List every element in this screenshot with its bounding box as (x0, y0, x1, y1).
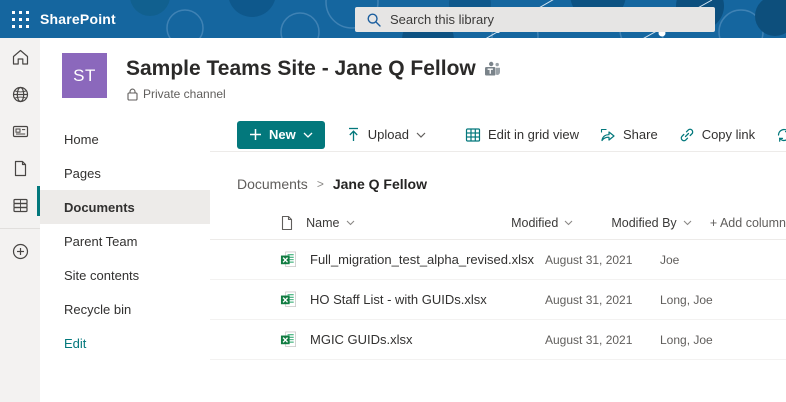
excel-file-icon (280, 251, 297, 268)
library-icon (11, 196, 30, 215)
copy-link-label: Copy link (702, 127, 755, 142)
chevron-down-icon (346, 220, 355, 226)
search-icon (367, 13, 381, 27)
rail-pages-button[interactable] (0, 150, 40, 186)
column-label: Name (306, 216, 339, 230)
nav-item-site-contents[interactable]: Site contents (40, 258, 210, 292)
lock-icon (127, 88, 138, 101)
copy-link-button[interactable]: Copy link (679, 127, 755, 143)
sync-icon (776, 127, 786, 143)
breadcrumb-current: Jane Q Fellow (333, 176, 427, 192)
page-icon (12, 159, 29, 178)
file-row[interactable]: HO Staff List - with GUIDs.xlsx August 3… (210, 280, 786, 320)
edit-grid-view-label: Edit in grid view (488, 127, 579, 142)
column-label: Modified By (611, 216, 676, 230)
site-logo-tile[interactable]: ST (62, 53, 107, 98)
rail-divider (0, 228, 40, 229)
nav-edit-link[interactable]: Edit (40, 326, 210, 360)
rail-library-button[interactable] (0, 187, 40, 223)
upload-icon (346, 127, 361, 143)
file-name[interactable]: Full_migration_test_alpha_revised.xlsx (310, 252, 545, 267)
nav-item-recycle-bin[interactable]: Recycle bin (40, 292, 210, 326)
excel-file-icon (280, 331, 297, 348)
home-icon (11, 48, 30, 67)
plus-circle-icon (11, 242, 30, 261)
file-name[interactable]: MGIC GUIDs.xlsx (310, 332, 545, 347)
sync-button[interactable]: Sync (776, 127, 786, 143)
plus-icon (249, 128, 262, 141)
share-icon (600, 127, 616, 143)
file-modified-date: August 31, 2021 (545, 253, 660, 267)
link-icon (679, 127, 695, 143)
column-label: Modified (511, 216, 558, 230)
file-modified-date: August 31, 2021 (545, 333, 660, 347)
suite-bar: SharePoint (0, 0, 786, 38)
globe-icon (11, 85, 30, 104)
site-title: Sample Teams Site - Jane Q Fellow (126, 57, 476, 81)
file-name[interactable]: HO Staff List - with GUIDs.xlsx (310, 292, 545, 307)
column-header-name[interactable]: Name (306, 216, 511, 230)
search-input[interactable] (390, 12, 715, 27)
new-button-label: New (269, 127, 296, 142)
grid-icon (465, 127, 481, 143)
column-header-modified-by[interactable]: Modified By (611, 216, 710, 230)
breadcrumb-root[interactable]: Documents (237, 176, 308, 192)
file-type-column-header[interactable] (280, 215, 306, 231)
nav-item-pages[interactable]: Pages (40, 156, 210, 190)
nav-item-parent-team[interactable]: Parent Team (40, 224, 210, 258)
upload-button[interactable]: Upload (346, 127, 426, 143)
file-row[interactable]: Full_migration_test_alpha_revised.xlsx A… (210, 240, 786, 280)
rail-create-button[interactable] (0, 233, 40, 269)
new-button[interactable]: New (237, 121, 325, 149)
nav-item-home[interactable]: Home (40, 122, 210, 156)
edit-grid-view-button[interactable]: Edit in grid view (465, 127, 579, 143)
site-nav: Home Pages Documents Parent Team Site co… (40, 122, 210, 360)
file-row[interactable]: MGIC GUIDs.xlsx August 31, 2021 Long, Jo… (210, 320, 786, 360)
news-icon (11, 122, 30, 141)
upload-label: Upload (368, 127, 409, 142)
rail-home-button[interactable] (0, 39, 40, 75)
rail-global-button[interactable] (0, 76, 40, 112)
add-column-button[interactable]: + Add column (710, 216, 786, 230)
command-bar: New Upload Edit in grid (210, 118, 786, 152)
library-main-panel: New Upload Edit in grid (210, 118, 786, 402)
app-rail (0, 38, 40, 402)
app-launcher-button[interactable] (0, 0, 40, 38)
library-header-row: Name Modified Modified By + Add c (210, 206, 786, 240)
file-modified-date: August 31, 2021 (545, 293, 660, 307)
share-label: Share (623, 127, 658, 142)
waffle-icon (12, 11, 29, 28)
column-header-modified[interactable]: Modified (511, 216, 611, 230)
chevron-down-icon (416, 132, 426, 138)
library-search-box[interactable] (355, 7, 715, 32)
breadcrumb: Documents > Jane Q Fellow (210, 152, 786, 192)
chevron-down-icon (303, 132, 313, 138)
file-modified-by: Long, Joe (660, 293, 773, 307)
chevron-down-icon (683, 220, 692, 226)
file-modified-by: Long, Joe (660, 333, 773, 347)
nav-item-documents[interactable]: Documents (40, 190, 210, 224)
chevron-down-icon (564, 220, 573, 226)
document-icon (280, 215, 294, 231)
file-modified-by: Joe (660, 253, 773, 267)
share-button[interactable]: Share (600, 127, 658, 143)
excel-file-icon (280, 291, 297, 308)
rail-news-button[interactable] (0, 113, 40, 149)
breadcrumb-separator: > (317, 177, 324, 191)
app-name: SharePoint (40, 0, 116, 38)
teams-icon (484, 61, 501, 77)
privacy-label: Private channel (143, 87, 226, 101)
